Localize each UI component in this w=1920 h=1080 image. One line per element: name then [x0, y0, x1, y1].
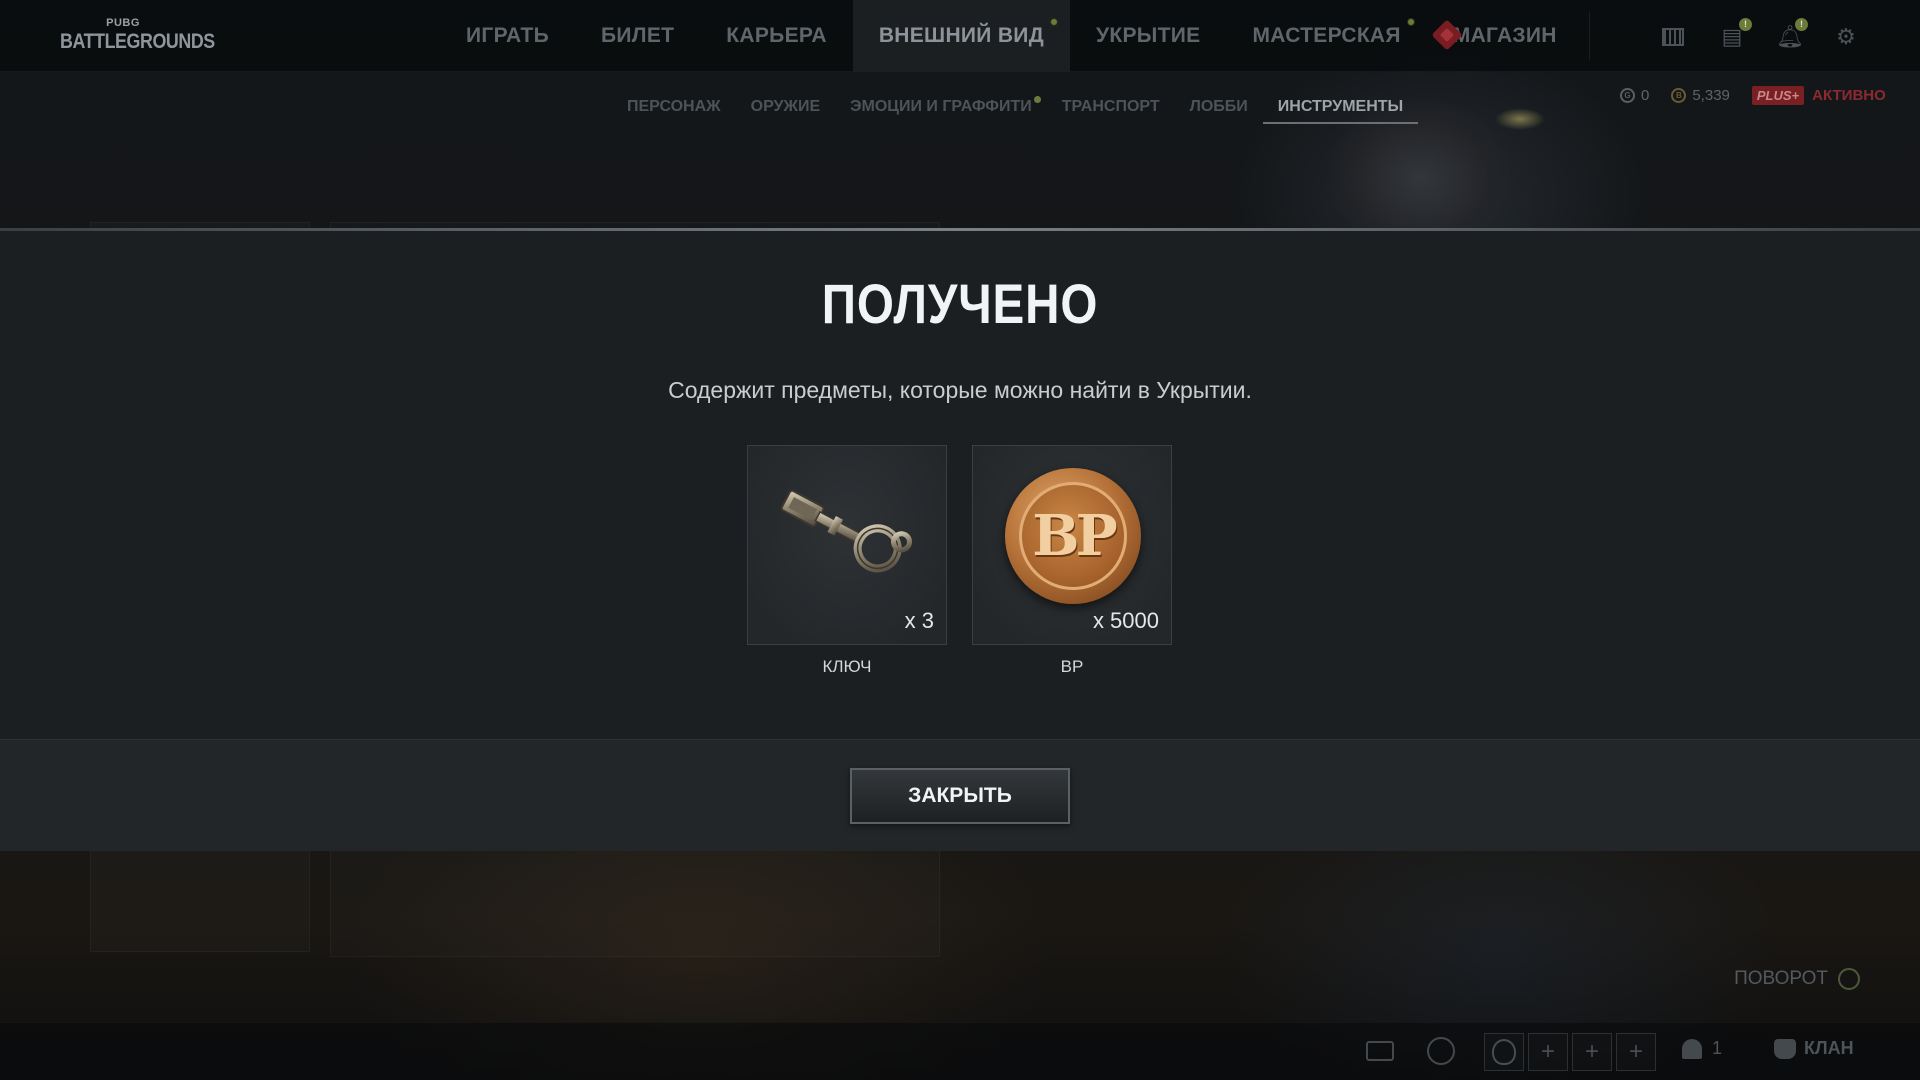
gear-icon[interactable]: ⚙ [1834, 26, 1858, 48]
item-quantity: x 5000 [1092, 608, 1159, 633]
key-icon [780, 489, 913, 573]
nav-career[interactable]: КАРЬЕРА [700, 0, 853, 72]
tab-character[interactable]: ПЕРСОНАЖ [612, 94, 736, 124]
friends-count: 1 [1712, 1038, 1723, 1058]
friends-button[interactable]: 1 [1682, 1038, 1722, 1059]
plus-badge[interactable]: PLUS+ [1751, 86, 1805, 105]
notification-dot [1406, 18, 1415, 26]
bp-balance[interactable]: B 5,339 [1671, 87, 1730, 104]
g-coin-balance[interactable]: G0 [1620, 87, 1649, 104]
logo-small-text: PUBG [106, 17, 140, 29]
nav-store-label: МАГАЗИН [1452, 24, 1557, 47]
news-icon[interactable]: ▤! [1720, 18, 1752, 48]
bell-badge: ! [1795, 18, 1808, 31]
shield-icon [1492, 1039, 1516, 1065]
party-slot-add[interactable]: + [1616, 1033, 1656, 1071]
plus-status: АКТИВНО [1812, 87, 1886, 104]
tab-weapons[interactable]: ОРУЖИЕ [736, 94, 836, 124]
friends-icon [1682, 1038, 1702, 1059]
item-quantity: x 3 [904, 608, 934, 633]
nav-workshop-label: МАСТЕРСКАЯ [1252, 24, 1401, 47]
nav-workshop[interactable]: МАСТЕРСКАЯ [1226, 0, 1426, 72]
nav-appearance[interactable]: ВНЕШНИЙ ВИД [852, 0, 1070, 72]
emblem-icon[interactable] [1425, 1035, 1457, 1067]
modal-footer: ЗАКРЫТЬ [0, 739, 1920, 851]
party-slot-add[interactable]: + [1528, 1033, 1568, 1071]
bp-value: 5,339 [1692, 87, 1730, 104]
item-name: BP [1060, 657, 1084, 676]
tab-vehicles[interactable]: ТРАНСПОРТ [1047, 94, 1175, 124]
tab-tools[interactable]: ИНСТРУМЕНТЫ [1262, 94, 1419, 124]
party-slot-add[interactable]: + [1572, 1033, 1612, 1071]
sub-navigation: ПЕРСОНАЖ ОРУЖИЕ ЭМОЦИИ И ГРАФФИТИ ТРАНСП… [612, 94, 1419, 124]
nav-hideout[interactable]: УКРЫТИЕ [1070, 0, 1226, 72]
g-coin-icon: G [1620, 88, 1635, 103]
calendar-icon[interactable] [1662, 26, 1686, 48]
nav-appearance-label: ВНЕШНИЙ ВИД [878, 24, 1044, 47]
bp-icon: B [1671, 88, 1687, 103]
logo-big-text: BATTLEGROUNDS [60, 30, 215, 53]
item-tile[interactable]: BP x 5000 [972, 445, 1172, 645]
clan-icon [1774, 1038, 1796, 1059]
tab-emotes-label: ЭМОЦИИ И ГРАФФИТИ [850, 98, 1032, 115]
rotate-icon [1838, 968, 1860, 990]
notification-dot [1049, 18, 1058, 26]
reward-modal: ПОЛУЧЕНО Содержит предметы, которые можн… [0, 231, 1920, 739]
close-button[interactable]: ЗАКРЫТЬ [850, 768, 1070, 824]
item-name: КЛЮЧ [822, 657, 872, 676]
clan-button[interactable]: КЛАН [1774, 1038, 1854, 1059]
pubg-logo[interactable]: PUBG BATTLEGROUNDS [60, 16, 215, 58]
rotate-label: ПОВОРОТ [1734, 968, 1828, 989]
nav-hideout-label: УКРЫТИЕ [1095, 24, 1201, 47]
bell-icon[interactable]: 🔔︎! [1776, 18, 1808, 48]
news-badge: ! [1739, 18, 1752, 31]
nav-divider [1588, 12, 1590, 60]
chat-icon[interactable] [1366, 1035, 1398, 1067]
reward-item-key[interactable]: x 3 КЛЮЧ [747, 445, 947, 677]
notification-dot [1033, 96, 1041, 103]
nav-ticket[interactable]: БИЛЕТ [575, 0, 700, 72]
nav-career-label: КАРЬЕРА [726, 24, 827, 47]
nav-ticket-label: БИЛЕТ [601, 24, 675, 47]
tab-lobby[interactable]: ЛОББИ [1175, 94, 1263, 124]
currency-bar: G0 B 5,339 PLUS+ АКТИВНО [1620, 86, 1886, 105]
clan-label: КЛАН [1804, 1038, 1854, 1058]
background-light [1495, 108, 1545, 130]
modal-title: ПОЛУЧЕНО [821, 272, 1099, 335]
reward-items: x 3 КЛЮЧ BP x 5000 BP [747, 445, 1172, 677]
nav-play[interactable]: ИГРАТЬ [440, 0, 575, 72]
reward-item-bp[interactable]: BP x 5000 BP [972, 445, 1172, 677]
bottom-bar: + + + [0, 1022, 1920, 1080]
nav-play-label: ИГРАТЬ [466, 24, 550, 47]
g-coin-value: 0 [1641, 87, 1650, 104]
main-nav: ИГРАТЬ БИЛЕТ КАРЬЕРА ВНЕШНИЙ ВИД УКРЫТИЕ… [440, 0, 1590, 72]
tab-emotes-graffiti[interactable]: ЭМОЦИИ И ГРАФФИТИ [835, 94, 1047, 124]
item-tile[interactable]: x 3 [747, 445, 947, 645]
party-slot-self[interactable] [1484, 1033, 1524, 1071]
bp-coin-icon: BP [1005, 468, 1141, 604]
rotate-hint: ПОВОРОТ [1734, 968, 1860, 990]
top-navigation-bar: PUBG BATTLEGROUNDS ИГРАТЬ БИЛЕТ КАРЬЕРА … [0, 0, 1920, 72]
modal-description: Содержит предметы, которые можно найти в… [668, 377, 1252, 403]
